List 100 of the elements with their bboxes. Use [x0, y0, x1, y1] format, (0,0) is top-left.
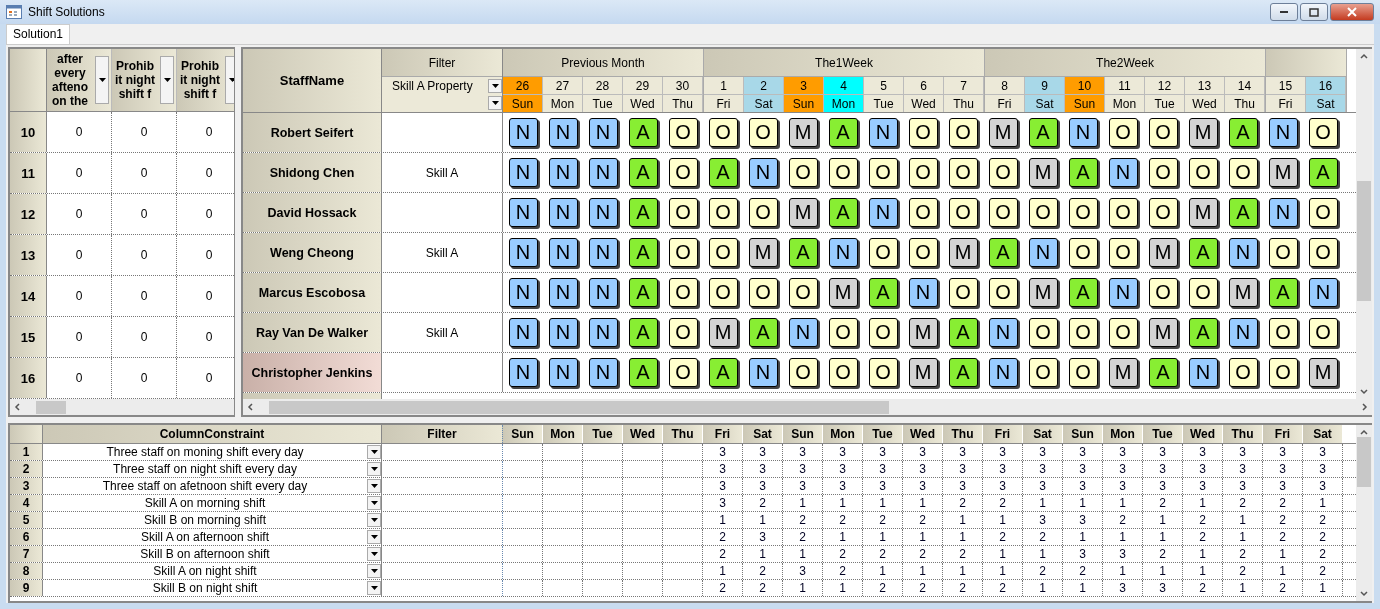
shift-tile[interactable]: M [748, 238, 778, 267]
shift-tile[interactable]: N [548, 158, 578, 187]
shift-tile[interactable]: M [1308, 358, 1338, 387]
constraint-dropdown[interactable]: Skill B on night shift [43, 580, 382, 596]
shift-tile[interactable]: N [748, 358, 778, 387]
shift-tile[interactable]: O [988, 198, 1018, 227]
staff-name[interactable]: Marcus Escobosa [243, 273, 382, 312]
shift-tile[interactable]: O [868, 158, 898, 187]
shift-tile[interactable]: A [828, 198, 858, 227]
shift-tile[interactable]: A [628, 278, 658, 307]
shift-tile[interactable]: O [668, 238, 698, 267]
shift-tile[interactable]: M [1188, 198, 1218, 227]
shift-tile[interactable]: A [708, 358, 738, 387]
scrollbar-thumb[interactable] [1357, 437, 1371, 487]
shift-tile[interactable]: O [1308, 198, 1338, 227]
shift-tile[interactable]: O [708, 238, 738, 267]
shift-tile[interactable]: O [908, 158, 938, 187]
shift-tile[interactable]: M [708, 318, 738, 347]
shift-tile[interactable]: N [508, 238, 538, 267]
shift-tile[interactable]: N [828, 238, 858, 267]
shift-tile[interactable]: N [588, 318, 618, 347]
dropdown-button[interactable] [367, 581, 381, 595]
shift-tile[interactable]: N [548, 118, 578, 147]
shift-tile[interactable]: A [628, 318, 658, 347]
shift-tile[interactable]: N [1228, 318, 1258, 347]
vertical-scrollbar[interactable] [1356, 49, 1372, 399]
shift-tile[interactable]: O [908, 118, 938, 147]
shift-tile[interactable]: A [1068, 158, 1098, 187]
shift-tile[interactable]: A [1268, 278, 1298, 307]
shift-tile[interactable]: O [1028, 358, 1058, 387]
dropdown-button[interactable] [488, 78, 502, 93]
shift-tile[interactable]: O [668, 198, 698, 227]
constraint-dropdown[interactable]: Skill B on morning shift [43, 512, 382, 528]
shift-tile[interactable]: O [1068, 318, 1098, 347]
shift-tile[interactable]: A [948, 358, 978, 387]
shift-tile[interactable]: A [1228, 118, 1258, 147]
shift-tile[interactable]: O [828, 318, 858, 347]
shift-tile[interactable]: N [1308, 278, 1338, 307]
shift-tile[interactable]: O [1228, 358, 1258, 387]
shift-tile[interactable]: O [948, 198, 978, 227]
shift-tile[interactable]: N [548, 358, 578, 387]
shift-tile[interactable]: N [588, 198, 618, 227]
dropdown-button[interactable] [367, 479, 381, 493]
vertical-scrollbar[interactable] [1356, 425, 1372, 601]
shift-tile[interactable]: O [868, 358, 898, 387]
shift-tile[interactable]: O [1068, 358, 1098, 387]
shift-tile[interactable]: N [548, 198, 578, 227]
shift-tile[interactable]: M [1028, 158, 1058, 187]
shift-tile[interactable]: N [588, 158, 618, 187]
shift-tile[interactable]: O [1108, 238, 1138, 267]
shift-tile[interactable]: O [1308, 118, 1338, 147]
constraint-dropdown[interactable]: Skill A on afternoon shift [43, 529, 382, 545]
shift-tile[interactable]: N [548, 318, 578, 347]
shift-tile[interactable]: O [788, 358, 818, 387]
shift-tile[interactable]: O [788, 278, 818, 307]
horizontal-scrollbar[interactable] [243, 399, 1372, 415]
shift-tile[interactable]: M [908, 318, 938, 347]
shift-tile[interactable]: O [708, 198, 738, 227]
shift-tile[interactable]: A [828, 118, 858, 147]
minimize-button[interactable] [1270, 3, 1298, 21]
shift-tile[interactable]: O [788, 158, 818, 187]
shift-tile[interactable]: O [668, 318, 698, 347]
shift-tile[interactable]: M [988, 118, 1018, 147]
shift-tile[interactable]: N [548, 278, 578, 307]
shift-tile[interactable]: A [1148, 358, 1178, 387]
shift-tile[interactable]: N [508, 358, 538, 387]
shift-tile[interactable]: M [1268, 158, 1298, 187]
shift-tile[interactable]: O [1268, 358, 1298, 387]
constraint-dropdown[interactable]: Skill A on morning shift [43, 495, 382, 511]
constraint-dropdown[interactable]: Skill B on afternoon shift [43, 546, 382, 562]
constraint-dropdown[interactable]: Three staff on afetnoon shift every day [43, 478, 382, 494]
shift-tile[interactable]: M [1148, 238, 1178, 267]
shift-tile[interactable]: O [668, 358, 698, 387]
shift-tile[interactable]: N [548, 238, 578, 267]
constraint-dropdown[interactable]: Three staff on night shift every day [43, 461, 382, 477]
shift-tile[interactable]: M [788, 198, 818, 227]
staff-name[interactable]: Shidong Chen [243, 153, 382, 192]
shift-tile[interactable]: M [1228, 278, 1258, 307]
shift-tile[interactable]: O [948, 118, 978, 147]
shift-tile[interactable]: O [1068, 238, 1098, 267]
shift-tile[interactable]: M [1148, 318, 1178, 347]
shift-tile[interactable]: N [988, 318, 1018, 347]
shift-tile[interactable]: O [1068, 198, 1098, 227]
shift-tile[interactable]: N [588, 238, 618, 267]
shift-tile[interactable]: A [948, 318, 978, 347]
dropdown-button[interactable] [367, 530, 381, 544]
shift-tile[interactable]: A [1188, 238, 1218, 267]
shift-tile[interactable]: M [1028, 278, 1058, 307]
shift-tile[interactable]: O [1148, 198, 1178, 227]
shift-tile[interactable]: A [1068, 278, 1098, 307]
constraint-dropdown[interactable]: Skill A on night shift [43, 563, 382, 579]
shift-tile[interactable]: N [1068, 118, 1098, 147]
shift-tile[interactable]: N [788, 318, 818, 347]
maximize-button[interactable] [1300, 3, 1328, 21]
close-button[interactable] [1330, 3, 1374, 21]
shift-tile[interactable]: O [988, 278, 1018, 307]
dropdown-button[interactable] [488, 96, 502, 110]
shift-tile[interactable]: O [1108, 318, 1138, 347]
shift-tile[interactable]: O [868, 238, 898, 267]
staff-name[interactable]: David Hossack [243, 193, 382, 232]
